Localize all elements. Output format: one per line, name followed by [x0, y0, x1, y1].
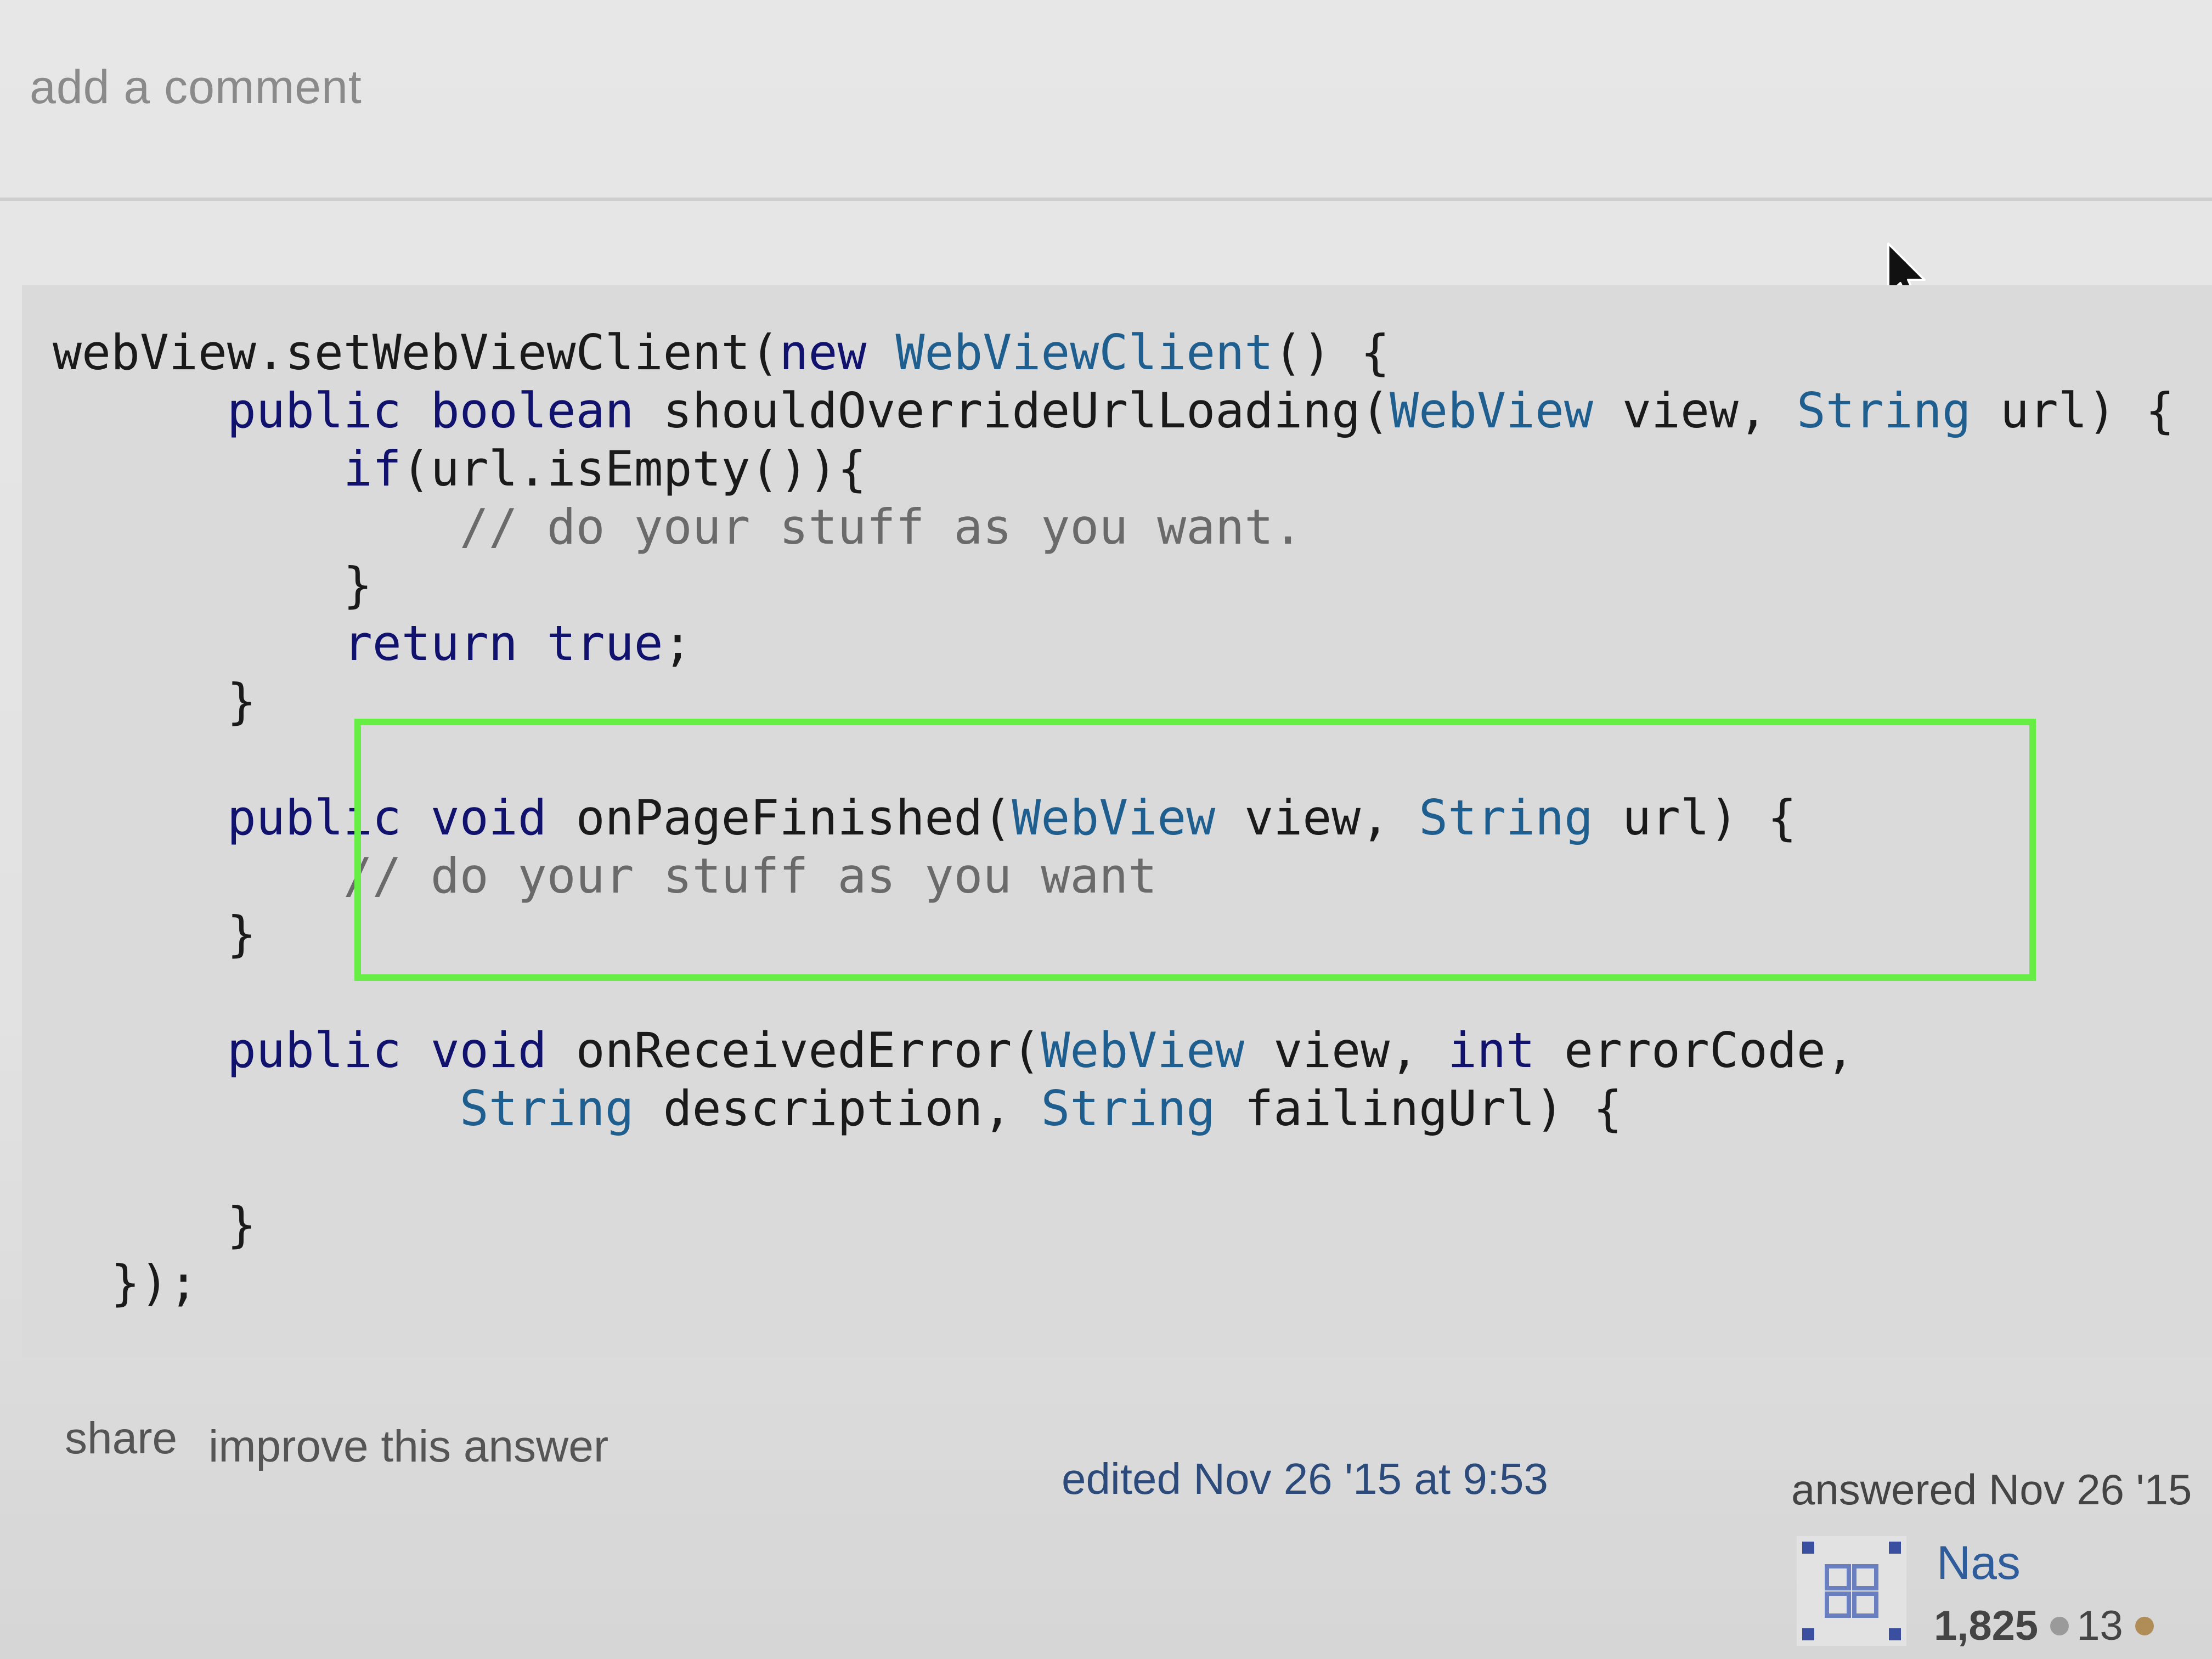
code-token: webView.setWebViewClient(: [53, 324, 780, 381]
add-comment-link[interactable]: add a comment: [30, 60, 362, 115]
code-token: String: [1041, 1080, 1216, 1137]
code-token: }: [53, 673, 256, 730]
bronze-badge-icon: [2135, 1616, 2154, 1635]
improve-answer-link[interactable]: improve this answer: [208, 1421, 608, 1472]
code-line: // do your stuff as you want.: [53, 498, 2175, 556]
screen: add a comment webView.setWebViewClient(n…: [0, 0, 2212, 1659]
edited-timestamp-link[interactable]: edited Nov 26 '15 at 9:53: [1062, 1454, 1548, 1504]
code-token: String: [1796, 382, 1971, 439]
code-token: String: [459, 1080, 634, 1137]
code-line: public boolean shouldOverrideUrlLoading(…: [53, 382, 2175, 440]
code-line: }: [53, 556, 2175, 614]
code-token: view,: [1593, 382, 1797, 439]
silver-badge-count: 13: [2076, 1602, 2123, 1649]
code-line: if(url.isEmpty()){: [53, 440, 2175, 498]
code-token: failingUrl) {: [1215, 1080, 1622, 1137]
code-line: webView.setWebViewClient(new WebViewClie…: [53, 324, 2175, 382]
answered-timestamp: answered Nov 26 '15: [1791, 1465, 2192, 1514]
code-token: WebView: [1041, 1022, 1245, 1079]
code-token: if: [343, 441, 402, 497]
code-line: }: [53, 1196, 2175, 1254]
user-reputation: 1,825 13: [1934, 1602, 2162, 1650]
code-token: public boolean: [227, 382, 634, 439]
code-token: // do your stuff as you want.: [459, 499, 1303, 555]
code-token: }: [53, 557, 373, 613]
code-token: }: [53, 1197, 256, 1253]
reputation-score: 1,825: [1934, 1602, 2039, 1649]
code-token: view,: [1244, 1022, 1448, 1079]
error-handler-highlight: [354, 719, 2036, 981]
code-token: (url.isEmpty()){: [401, 441, 867, 497]
silver-badge-icon: [2050, 1616, 2069, 1635]
code-line: return true;: [53, 614, 2175, 673]
code-token: return true: [343, 615, 663, 672]
divider: [0, 198, 2212, 201]
code-token: int: [1448, 1022, 1536, 1079]
code-token: }: [53, 906, 256, 962]
code-token: new: [779, 324, 867, 381]
code-token: ;: [663, 615, 692, 672]
code-token: shouldOverrideUrlLoading(: [634, 382, 1390, 439]
code-token: errorCode,: [1535, 1022, 1855, 1079]
code-token: () {: [1273, 324, 1390, 381]
code-line: });: [53, 1254, 2175, 1312]
share-link[interactable]: share: [65, 1413, 177, 1464]
user-name-link[interactable]: Nas: [1937, 1536, 2021, 1590]
code-token: url) {: [1971, 382, 2175, 439]
code-token: });: [53, 1255, 198, 1311]
code-line: String description, String failingUrl) {: [53, 1080, 2175, 1138]
code-token: description,: [634, 1080, 1041, 1137]
code-line: public void onReceivedError(WebView view…: [53, 1022, 2175, 1080]
code-token: WebViewClient: [895, 324, 1274, 381]
code-token: onReceivedError(: [546, 1022, 1041, 1079]
code-token: WebView: [1390, 382, 1593, 439]
user-avatar[interactable]: [1797, 1536, 1906, 1646]
code-token: public void: [227, 1022, 547, 1079]
